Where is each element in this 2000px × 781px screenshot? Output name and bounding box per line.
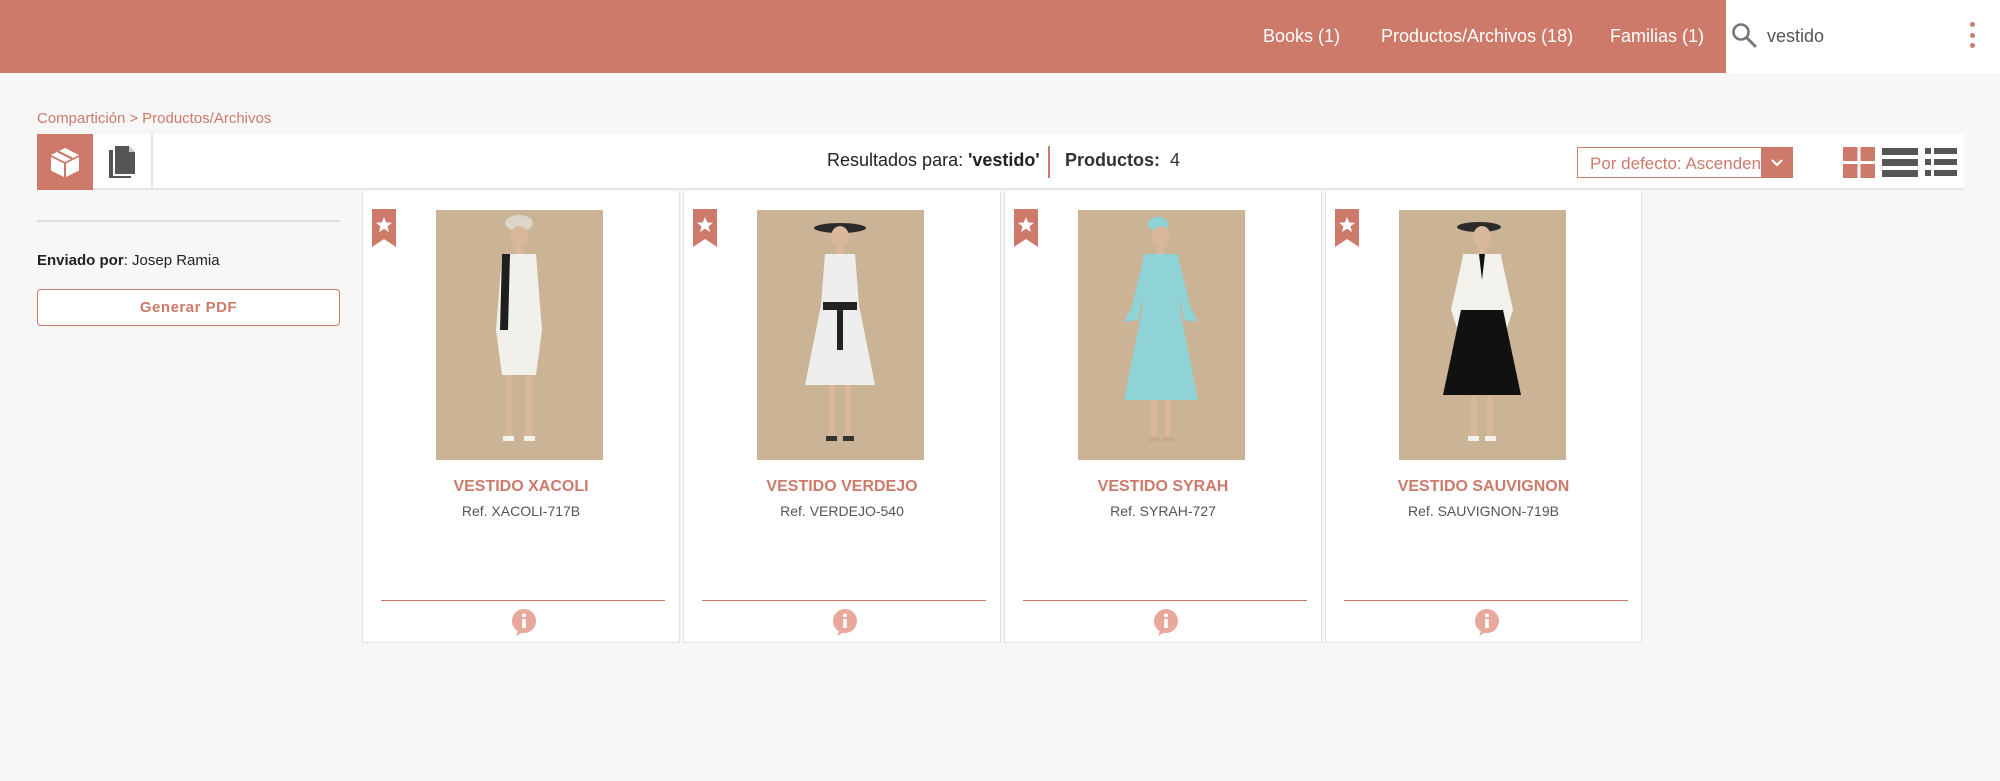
card-divider [381, 600, 665, 601]
tab-files[interactable] [93, 134, 153, 190]
product-ref: Ref. SAUVIGNON-719B [1408, 503, 1559, 519]
product-name[interactable]: VESTIDO SAUVIGNON [1326, 478, 1641, 496]
card-divider [1023, 600, 1307, 601]
card-divider [1344, 600, 1628, 601]
chevron-down-icon[interactable] [1761, 148, 1792, 177]
card-divider [702, 600, 986, 601]
products-count-label: Productos: [1065, 150, 1161, 170]
box-icon [51, 148, 79, 177]
generate-pdf-button[interactable]: Generar PDF [37, 289, 340, 326]
products-count: Productos: 4 [1065, 150, 1180, 171]
dress-figure [436, 210, 603, 460]
info-icon[interactable] [510, 608, 538, 636]
dress-figure [757, 210, 924, 460]
star-bookmark-icon[interactable] [372, 209, 396, 247]
grid-view-icon[interactable] [1843, 147, 1875, 178]
results-query: 'vestido' [968, 150, 1040, 170]
star-bookmark-icon[interactable] [1335, 209, 1359, 247]
nav-books[interactable]: Books (1) [1263, 0, 1340, 73]
sort-select-label: Por defecto: Ascendente [1590, 154, 1776, 173]
nav-families[interactable]: Familias (1) [1610, 0, 1704, 73]
sidebar-divider [37, 220, 340, 222]
product-ref: Ref. SYRAH-727 [1110, 503, 1216, 519]
product-photo[interactable] [1078, 210, 1245, 460]
product-name[interactable]: VESTIDO XACOLI [363, 478, 679, 496]
sender-name: : Josep Ramia [123, 252, 220, 269]
breadcrumb: Compartición > Productos/Archivos [37, 110, 271, 127]
sender-label: Enviado por [37, 252, 124, 269]
detail-list-view-icon[interactable] [1925, 147, 1957, 178]
star-bookmark-icon[interactable] [1014, 209, 1038, 247]
sender-info: Enviado por: Josep Ramia [37, 252, 220, 269]
search-icon[interactable] [1731, 22, 1757, 48]
product-ref: Ref. VERDEJO-540 [780, 503, 904, 519]
products-count-value: 4 [1170, 150, 1181, 170]
dress-accent [823, 302, 857, 310]
results-label: Resultados para: [827, 150, 964, 170]
product-card[interactable]: VESTIDO SYRAH Ref. SYRAH-727 [1004, 191, 1322, 643]
product-photo[interactable] [757, 210, 924, 460]
product-card[interactable]: VESTIDO XACOLI Ref. XACOLI-717B [362, 191, 680, 643]
breadcrumb-current[interactable]: Productos/Archivos [142, 110, 271, 127]
product-photo[interactable] [436, 210, 603, 460]
dress-figure [1399, 210, 1566, 460]
tab-products[interactable] [37, 134, 93, 190]
star-bookmark-icon[interactable] [693, 209, 717, 247]
info-icon[interactable] [1473, 608, 1501, 636]
list-view-icon[interactable] [1882, 147, 1918, 178]
document-icon [109, 146, 135, 178]
sort-select[interactable]: Por defecto: Ascendente [1577, 147, 1793, 178]
results-divider [1048, 146, 1050, 178]
product-name[interactable]: VESTIDO SYRAH [1005, 478, 1321, 496]
product-ref: Ref. XACOLI-717B [461, 503, 581, 519]
breadcrumb-separator: > [129, 110, 139, 127]
product-name[interactable]: VESTIDO VERDEJO [684, 478, 1000, 496]
product-photo[interactable] [1399, 210, 1566, 460]
nav-products-files[interactable]: Productos/Archivos (18) [1381, 0, 1573, 73]
dress-figure [1078, 210, 1245, 460]
breadcrumb-root[interactable]: Compartición [37, 110, 125, 127]
info-icon[interactable] [1152, 608, 1180, 636]
kebab-menu-icon[interactable] [1968, 22, 1976, 48]
info-icon[interactable] [831, 608, 859, 636]
product-card[interactable]: VESTIDO SAUVIGNON Ref. SAUVIGNON-719B [1325, 191, 1642, 643]
product-card[interactable]: VESTIDO VERDEJO Ref. VERDEJO-540 [683, 191, 1001, 643]
search-input[interactable] [1767, 22, 1947, 50]
results-text: Resultados para: 'vestido' [827, 150, 1040, 171]
